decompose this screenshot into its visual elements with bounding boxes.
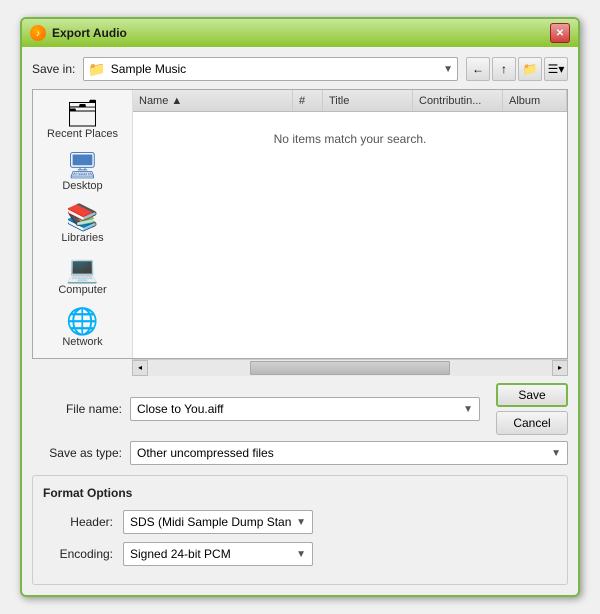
recent-places-icon: 🗂 bbox=[66, 100, 99, 126]
filename-row: File name: Close to You.aiff ▼ Save Canc… bbox=[32, 383, 568, 435]
main-area: 🗂 Recent Places 🖥 Desktop 📚 Libraries 💻 … bbox=[32, 89, 568, 359]
save-in-combo[interactable]: 📁 Sample Music ▼ bbox=[83, 57, 458, 81]
h-scrollbar[interactable]: ◂ ▸ bbox=[132, 359, 568, 375]
app-icon: ♪ bbox=[30, 25, 46, 41]
column-header-title[interactable]: Title bbox=[323, 90, 413, 111]
format-options-title: Format Options bbox=[43, 486, 557, 500]
sidebar-item-desktop[interactable]: 🖥 Desktop bbox=[38, 148, 128, 196]
combo-arrow-icon: ▼ bbox=[443, 64, 453, 75]
toolbar-icons: ← ↑ 📁 ☰▾ bbox=[466, 57, 568, 81]
sidebar-item-recent-places[interactable]: 🗂 Recent Places bbox=[38, 96, 128, 144]
filename-combo[interactable]: Close to You.aiff ▼ bbox=[130, 397, 480, 421]
savetype-row: Save as type: Other uncompressed files ▼ bbox=[32, 441, 568, 465]
back-icon: ← bbox=[472, 62, 484, 76]
column-header-name[interactable]: Name ▲ bbox=[133, 90, 293, 111]
cancel-button[interactable]: Cancel bbox=[496, 411, 568, 435]
header-value: SDS (Midi Sample Dump Stan bbox=[130, 515, 296, 529]
computer-icon: 💻 bbox=[66, 256, 98, 282]
network-icon: 🌐 bbox=[66, 308, 98, 334]
filename-value: Close to You.aiff bbox=[137, 402, 463, 416]
encoding-combo-arrow-icon: ▼ bbox=[296, 549, 306, 560]
format-options-section: Format Options Header: SDS (Midi Sample … bbox=[32, 475, 568, 585]
filename-combo-arrow-icon: ▼ bbox=[463, 404, 473, 415]
folder-icon: 📁 bbox=[88, 61, 105, 78]
file-list-header: Name ▲ # Title Contributin... Album bbox=[133, 90, 567, 112]
up-button[interactable]: ↑ bbox=[492, 57, 516, 81]
scroll-track[interactable] bbox=[148, 360, 552, 376]
header-label: Header: bbox=[43, 515, 113, 529]
bottom-fields: File name: Close to You.aiff ▼ Save Canc… bbox=[32, 383, 568, 465]
savetype-combo-arrow-icon: ▼ bbox=[551, 448, 561, 459]
libraries-icon: 📚 bbox=[66, 204, 98, 230]
column-header-contributing[interactable]: Contributin... bbox=[413, 90, 503, 111]
view-icon: ☰▾ bbox=[548, 62, 565, 76]
up-icon: ↑ bbox=[501, 62, 507, 76]
new-folder-icon: 📁 bbox=[523, 62, 538, 76]
sidebar-item-network[interactable]: 🌐 Network bbox=[38, 304, 128, 352]
header-combo[interactable]: SDS (Midi Sample Dump Stan ▼ bbox=[123, 510, 313, 534]
filename-label: File name: bbox=[32, 402, 122, 416]
encoding-value: Signed 24-bit PCM bbox=[130, 547, 296, 561]
file-list: Name ▲ # Title Contributin... Album bbox=[133, 90, 567, 358]
encoding-label: Encoding: bbox=[43, 547, 113, 561]
title-bar-left: ♪ Export Audio bbox=[30, 25, 127, 41]
export-audio-dialog: ♪ Export Audio ✕ Save in: 📁 Sample Music… bbox=[20, 17, 580, 597]
dialog-body: Save in: 📁 Sample Music ▼ ← ↑ 📁 ☰▾ bbox=[22, 47, 578, 595]
view-button[interactable]: ☰▾ bbox=[544, 57, 568, 81]
header-row: Header: SDS (Midi Sample Dump Stan ▼ bbox=[43, 510, 557, 534]
sidebar-item-computer[interactable]: 💻 Computer bbox=[38, 252, 128, 300]
save-in-label: Save in: bbox=[32, 62, 75, 76]
column-header-num[interactable]: # bbox=[293, 90, 323, 111]
new-folder-button[interactable]: 📁 bbox=[518, 57, 542, 81]
scroll-left-button[interactable]: ◂ bbox=[132, 360, 148, 376]
empty-message: No items match your search. bbox=[133, 112, 567, 166]
sort-icon: ▲ bbox=[171, 95, 182, 107]
savetype-value: Other uncompressed files bbox=[137, 446, 551, 460]
title-bar: ♪ Export Audio ✕ bbox=[22, 19, 578, 47]
encoding-combo[interactable]: Signed 24-bit PCM ▼ bbox=[123, 542, 313, 566]
scroll-thumb[interactable] bbox=[250, 361, 450, 375]
scroll-right-button[interactable]: ▸ bbox=[552, 360, 568, 376]
sidebar-label-recent-places: Recent Places bbox=[47, 128, 118, 140]
save-button[interactable]: Save bbox=[496, 383, 568, 407]
column-header-album[interactable]: Album bbox=[503, 90, 567, 111]
desktop-icon: 🖥 bbox=[66, 152, 99, 178]
sidebar: 🗂 Recent Places 🖥 Desktop 📚 Libraries 💻 … bbox=[33, 90, 133, 358]
sidebar-label-computer: Computer bbox=[58, 284, 106, 296]
save-in-value: Sample Music bbox=[111, 62, 438, 76]
back-button[interactable]: ← bbox=[466, 57, 490, 81]
save-in-row: Save in: 📁 Sample Music ▼ ← ↑ 📁 ☰▾ bbox=[32, 57, 568, 81]
sidebar-item-libraries[interactable]: 📚 Libraries bbox=[38, 200, 128, 248]
dialog-title: Export Audio bbox=[52, 26, 127, 40]
encoding-row: Encoding: Signed 24-bit PCM ▼ bbox=[43, 542, 557, 566]
savetype-label: Save as type: bbox=[32, 446, 122, 460]
sidebar-label-network: Network bbox=[62, 336, 102, 348]
sidebar-label-desktop: Desktop bbox=[62, 180, 102, 192]
header-combo-arrow-icon: ▼ bbox=[296, 517, 306, 528]
close-button[interactable]: ✕ bbox=[550, 23, 570, 43]
savetype-combo[interactable]: Other uncompressed files ▼ bbox=[130, 441, 568, 465]
sidebar-label-libraries: Libraries bbox=[61, 232, 103, 244]
action-buttons: Save Cancel bbox=[496, 383, 568, 435]
